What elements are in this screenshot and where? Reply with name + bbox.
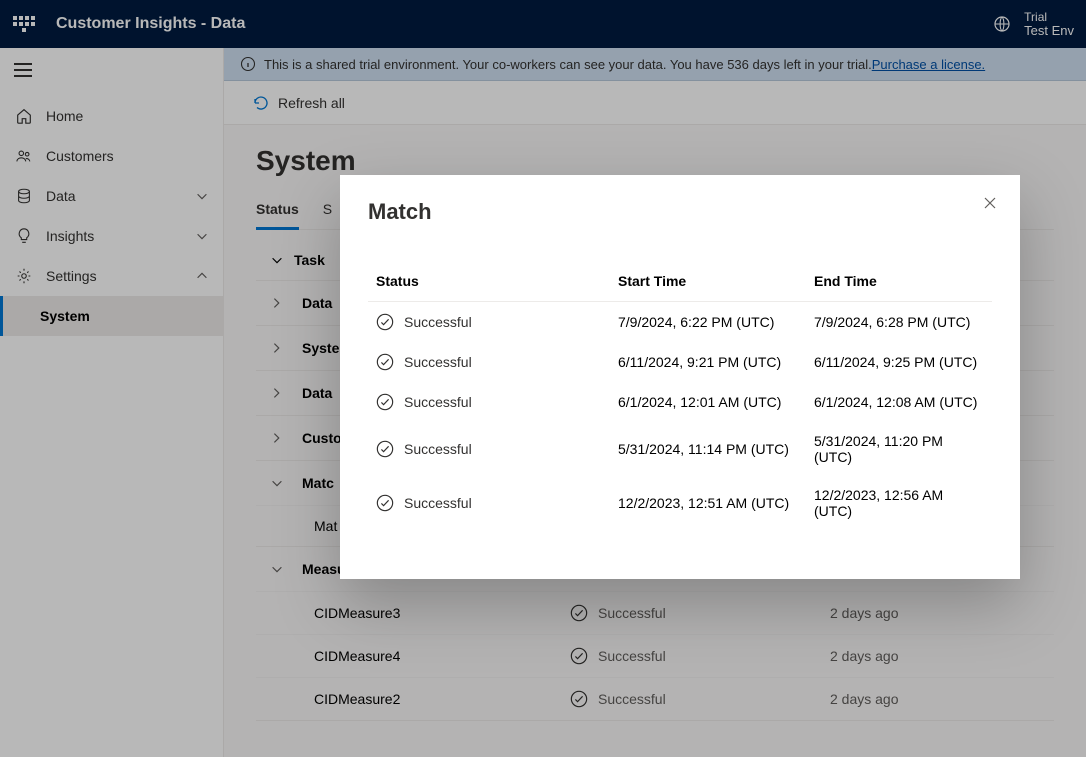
check-icon [376, 393, 394, 411]
row-end: 6/1/2024, 12:08 AM (UTC) [814, 394, 984, 410]
modal-row: Successful 12/2/2023, 12:51 AM (UTC)12/2/… [368, 476, 992, 530]
row-status: Successful [404, 394, 472, 410]
check-icon [376, 494, 394, 512]
modal-row: Successful 6/1/2024, 12:01 AM (UTC)6/1/20… [368, 382, 992, 422]
col-end: End Time [814, 273, 984, 289]
check-icon [376, 440, 394, 458]
row-status: Successful [404, 495, 472, 511]
row-start: 5/31/2024, 11:14 PM (UTC) [618, 441, 814, 457]
check-icon [376, 353, 394, 371]
row-end: 7/9/2024, 6:28 PM (UTC) [814, 314, 984, 330]
modal-row: Successful 5/31/2024, 11:14 PM (UTC)5/31/… [368, 422, 992, 476]
modal-title: Match [368, 199, 992, 225]
modal-row: Successful 6/11/2024, 9:21 PM (UTC)6/11/2… [368, 342, 992, 382]
row-end: 6/11/2024, 9:25 PM (UTC) [814, 354, 984, 370]
row-start: 6/1/2024, 12:01 AM (UTC) [618, 394, 814, 410]
col-start: Start Time [618, 273, 814, 289]
modal-table-header: Status Start Time End Time [368, 261, 992, 302]
check-icon [376, 313, 394, 331]
match-modal: Match Status Start Time End Time Success… [340, 175, 1020, 579]
row-status: Successful [404, 314, 472, 330]
col-status: Status [376, 273, 618, 289]
row-start: 7/9/2024, 6:22 PM (UTC) [618, 314, 814, 330]
row-end: 5/31/2024, 11:20 PM (UTC) [814, 433, 984, 465]
row-start: 6/11/2024, 9:21 PM (UTC) [618, 354, 814, 370]
modal-row: Successful 7/9/2024, 6:22 PM (UTC)7/9/202… [368, 302, 992, 342]
row-end: 12/2/2023, 12:56 AM (UTC) [814, 487, 984, 519]
close-icon [982, 195, 998, 211]
row-start: 12/2/2023, 12:51 AM (UTC) [618, 495, 814, 511]
close-button[interactable] [982, 195, 998, 211]
row-status: Successful [404, 441, 472, 457]
row-status: Successful [404, 354, 472, 370]
